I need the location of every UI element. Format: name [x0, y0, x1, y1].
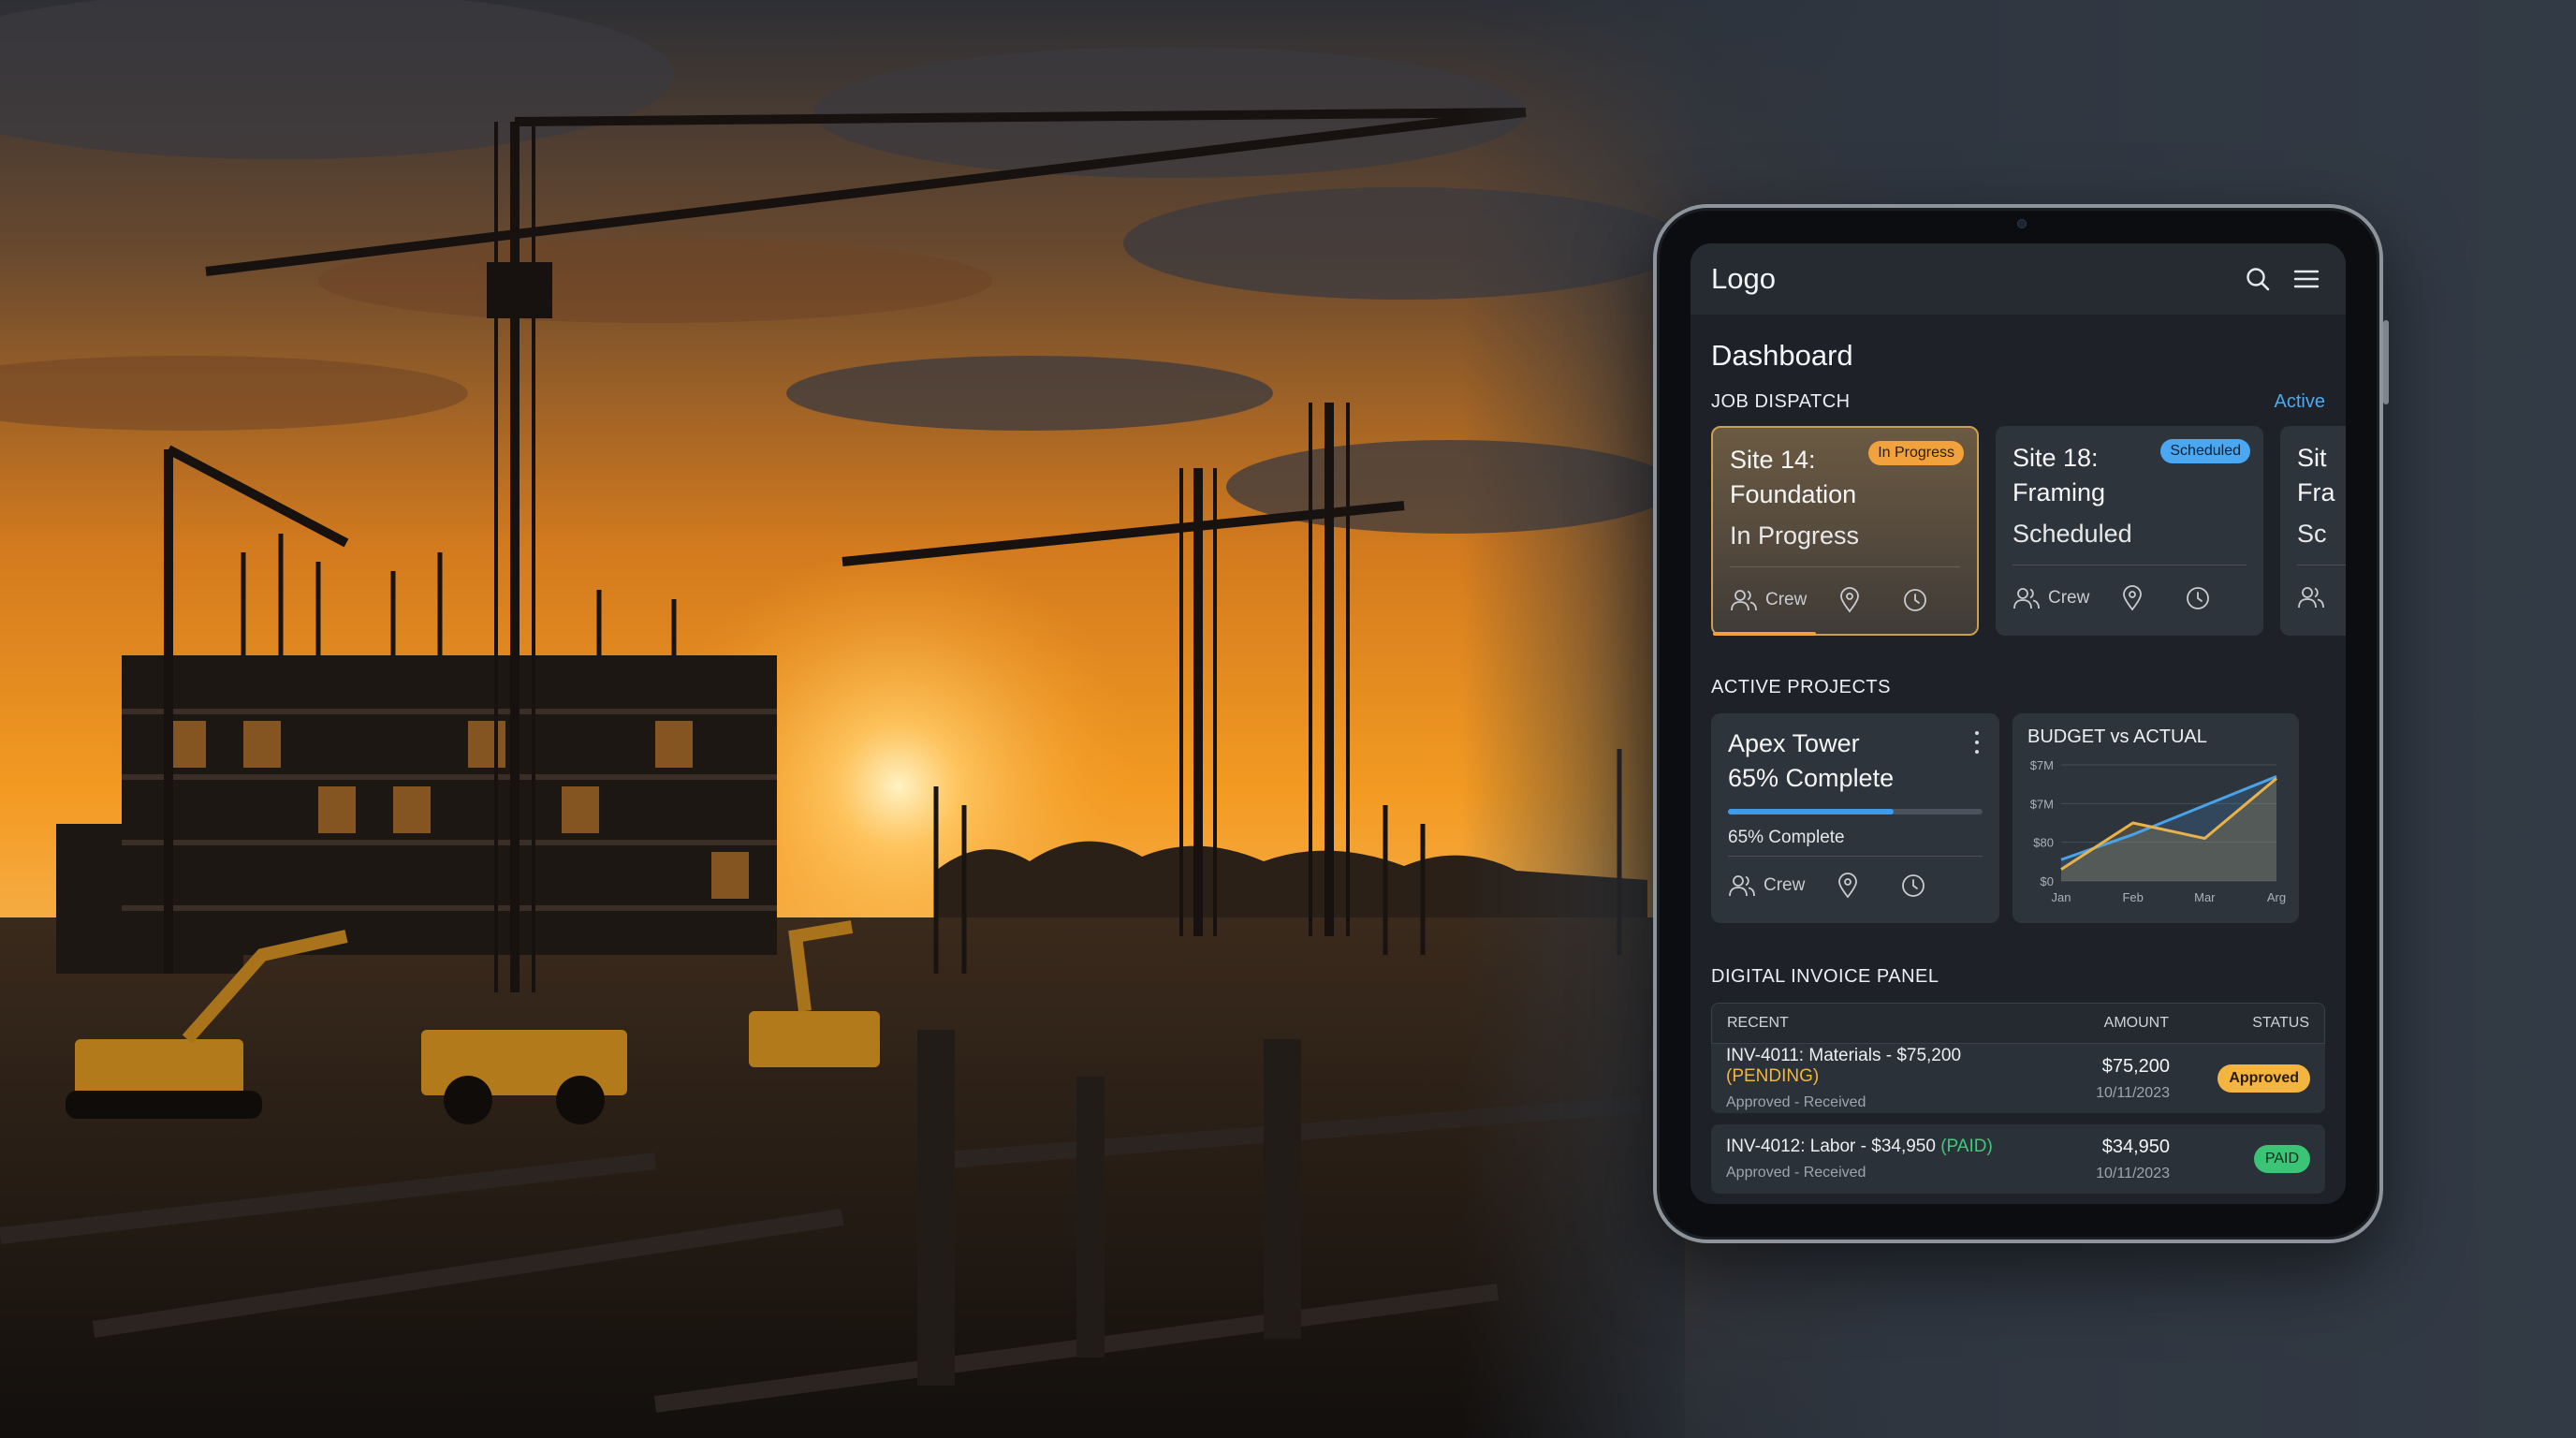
project-name: Apex Tower	[1728, 729, 1860, 757]
hamburger-menu-icon[interactable]	[2290, 262, 2323, 296]
invoice-status-cell: PAID	[2170, 1145, 2310, 1173]
job-card-actions: Crew	[1730, 587, 1928, 613]
project-completion-title: 65% Complete	[1728, 764, 1895, 792]
crew-icon[interactable]	[1728, 873, 1756, 898]
invoice-title: INV-4011: Materials - $75,200 (PENDING)	[1726, 1046, 2048, 1087]
invoice-description: INV-4011: Materials - $75,200	[1726, 1046, 1962, 1065]
more-options-icon[interactable]	[1966, 728, 1988, 756]
invoice-substatus: Approved - Received	[1726, 1165, 1866, 1181]
job-card-title: Site 18: Framing	[2012, 444, 2106, 506]
section-label-job-dispatch: JOB DISPATCH	[1711, 391, 1851, 412]
divider	[1728, 856, 1983, 857]
invoice-amount-cell: $34,950 10/11/2023	[2048, 1137, 2170, 1182]
crew-label: Crew	[1765, 590, 1808, 609]
clock-icon[interactable]	[1900, 873, 1926, 899]
project-progress-bar	[1728, 809, 1983, 814]
page-title: Dashboard	[1711, 339, 1853, 372]
camera-icon	[2017, 219, 2027, 228]
project-progress-fill	[1728, 809, 1894, 814]
invoice-substatus: Approved - Received	[1726, 1094, 1866, 1110]
job-card-status: In Progress	[1730, 521, 1860, 550]
projects-row: Apex Tower 65% Complete 65% Complete Cre…	[1711, 713, 2325, 923]
job-card-status: Sc	[2297, 520, 2327, 548]
job-card-partial[interactable]: Sit Fra Sc	[2280, 426, 2346, 636]
job-card-title: Site 14: Foundation	[1730, 446, 1857, 508]
project-card[interactable]: Apex Tower 65% Complete 65% Complete Cre…	[1711, 713, 1999, 923]
status-badge: Scheduled	[2160, 439, 2250, 463]
card-progress-accent	[1713, 632, 1816, 636]
budget-vs-actual-chart: $0 $80 $7M $7M Jan Feb Mar Arg	[2030, 758, 2286, 904]
search-icon[interactable]	[2241, 262, 2275, 296]
tablet-device: Logo Dashboard JOB DISPATCH Active Site …	[1653, 204, 2389, 1243]
crew-icon[interactable]	[2297, 585, 2325, 609]
invoice-status-cell: Approved	[2170, 1064, 2310, 1093]
y-tick-label: $7M	[2030, 797, 2054, 811]
job-card-actions: Crew	[2012, 585, 2211, 611]
tablet-side-button	[2383, 320, 2389, 404]
location-pin-icon[interactable]	[1838, 587, 1861, 613]
invoice-tag-pending: (PENDING)	[1726, 1066, 1820, 1086]
status-badge-approved[interactable]: Approved	[2217, 1064, 2310, 1093]
invoice-amount: $75,200	[2101, 1055, 2170, 1077]
dashboard-content: Dashboard JOB DISPATCH Active Site 14: F…	[1690, 339, 2346, 1194]
clock-icon[interactable]	[2185, 585, 2211, 611]
invoice-row[interactable]: INV-4011: Materials - $75,200 (PENDING) …	[1711, 1044, 2325, 1113]
invoice-details: INV-4011: Materials - $75,200 (PENDING) …	[1726, 1046, 2048, 1111]
crew-label: Crew	[1764, 875, 1806, 895]
app-header: Logo	[1690, 243, 2346, 315]
location-pin-icon[interactable]	[2121, 585, 2144, 611]
clock-icon[interactable]	[1902, 587, 1928, 613]
x-tick-label: Jan	[2052, 890, 2071, 904]
project-card-actions: Crew	[1728, 873, 1926, 899]
job-card-status: Scheduled	[2012, 520, 2132, 548]
job-cards-row: Site 14: Foundation In Progress In Progr…	[1711, 426, 2346, 636]
job-card-title: Sit Fra	[2297, 444, 2335, 506]
column-header-amount: AMOUNT	[2103, 1015, 2169, 1031]
invoice-title: INV-4012: Labor - $34,950 (PAID)	[1726, 1137, 2048, 1157]
invoice-date: 10/11/2023	[2096, 1165, 2170, 1181]
invoice-description: INV-4012: Labor - $34,950	[1726, 1137, 1936, 1156]
job-card[interactable]: Site 14: Foundation In Progress In Progr…	[1711, 426, 1979, 636]
y-tick-label: $0	[2041, 874, 2054, 888]
invoice-tag-paid: (PAID)	[1940, 1137, 1993, 1156]
location-pin-icon[interactable]	[1837, 873, 1859, 899]
column-header-status: STATUS	[2252, 1015, 2309, 1031]
y-tick-label: $80	[2033, 836, 2054, 850]
crew-icon[interactable]	[2012, 586, 2041, 610]
invoice-panel-header: DIGITAL INVOICE PANEL	[1711, 966, 2325, 988]
crew-label: Crew	[2048, 588, 2090, 608]
status-badge-paid[interactable]: PAID	[2253, 1145, 2310, 1173]
invoice-amount-cell: $75,200 10/11/2023	[2048, 1056, 2170, 1102]
section-label-active-projects: ACTIVE PROJECTS	[1711, 677, 1891, 697]
x-tick-label: Mar	[2194, 890, 2216, 904]
invoice-row[interactable]: INV-4012: Labor - $34,950 (PAID) Approve…	[1711, 1124, 2325, 1194]
active-projects-header: ACTIVE PROJECTS	[1711, 677, 2325, 698]
job-card[interactable]: Site 18: Framing Scheduled Scheduled Cre…	[1996, 426, 2263, 636]
column-header-recent: RECENT	[1727, 1015, 1789, 1031]
job-card-actions	[2297, 585, 2325, 609]
job-dispatch-header: JOB DISPATCH Active	[1711, 391, 2325, 413]
status-badge: In Progress	[1868, 441, 1964, 465]
invoice-date: 10/11/2023	[2096, 1084, 2170, 1101]
project-progress-label: 65% Complete	[1728, 828, 1845, 847]
x-tick-label: Arg	[2267, 890, 2286, 904]
divider	[1730, 566, 1960, 567]
active-filter-link[interactable]: Active	[2275, 391, 2325, 413]
invoice-panel: RECENT AMOUNT STATUS INV-4011: Materials…	[1711, 1003, 2325, 1194]
app-logo[interactable]: Logo	[1711, 262, 2226, 296]
x-tick-label: Feb	[2122, 890, 2143, 904]
y-tick-label: $7M	[2030, 758, 2054, 772]
dashboard-screen: Logo Dashboard JOB DISPATCH Active Site …	[1690, 243, 2346, 1204]
section-label-invoices: DIGITAL INVOICE PANEL	[1711, 966, 1939, 987]
invoice-details: INV-4012: Labor - $34,950 (PAID) Approve…	[1726, 1137, 2048, 1181]
invoice-table-header: RECENT AMOUNT STATUS	[1711, 1003, 2325, 1044]
budget-chart-card: BUDGET vs ACTUAL $0 $80 $7M $7M Jan Feb Mar Arg	[2012, 713, 2299, 923]
crew-icon[interactable]	[1730, 588, 1758, 612]
invoice-amount: $34,950	[2101, 1136, 2170, 1157]
chart-title: BUDGET vs ACTUAL	[2027, 726, 2207, 747]
